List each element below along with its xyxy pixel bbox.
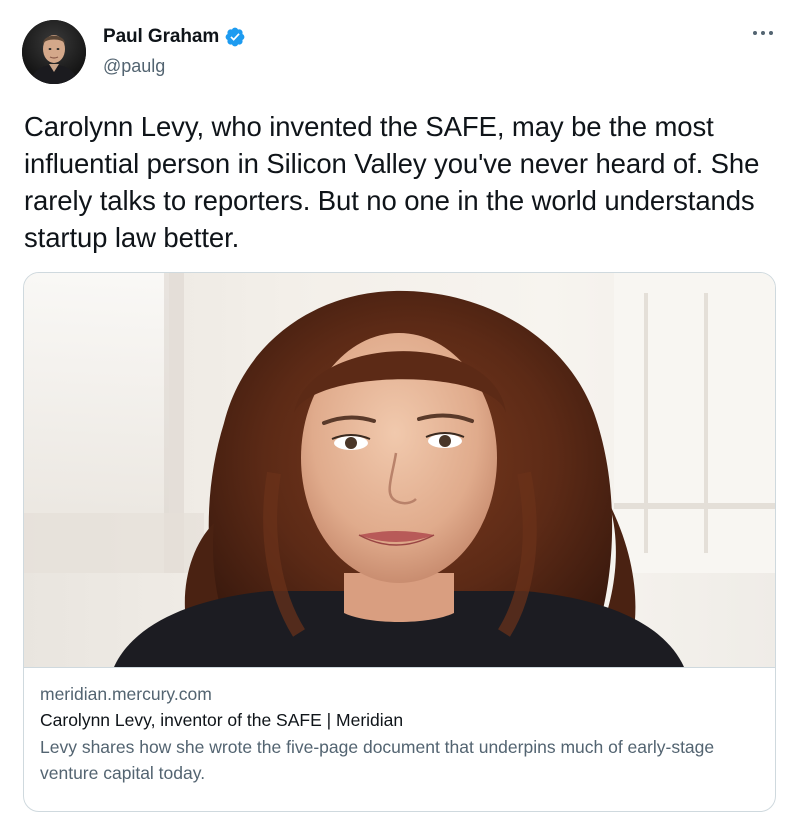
card-description: Levy shares how she wrote the five-page … (40, 737, 715, 783)
link-preview-card[interactable]: meridian.mercury.com Carolynn Levy, inve… (23, 272, 776, 812)
card-domain: meridian.mercury.com (40, 684, 212, 704)
card-photo (24, 273, 775, 667)
card-title: Carolynn Levy, inventor of the SAFE | Me… (40, 710, 404, 730)
more-options-icon[interactable] (752, 28, 774, 38)
author-handle[interactable]: @paulg (103, 56, 165, 77)
card-image[interactable] (24, 273, 775, 668)
author-avatar[interactable] (22, 20, 86, 84)
card-meta[interactable]: meridian.mercury.com Carolynn Levy, inve… (40, 682, 755, 786)
tweet: Paul Graham @paulg Carolynn Levy, who in… (0, 0, 800, 824)
author-name-row[interactable]: Paul Graham (103, 26, 246, 48)
tweet-text: Carolynn Levy, who invented the SAFE, ma… (24, 111, 760, 253)
avatar-image (22, 20, 86, 84)
author-name[interactable]: Paul Graham (103, 26, 219, 48)
verified-badge-icon (225, 27, 245, 47)
